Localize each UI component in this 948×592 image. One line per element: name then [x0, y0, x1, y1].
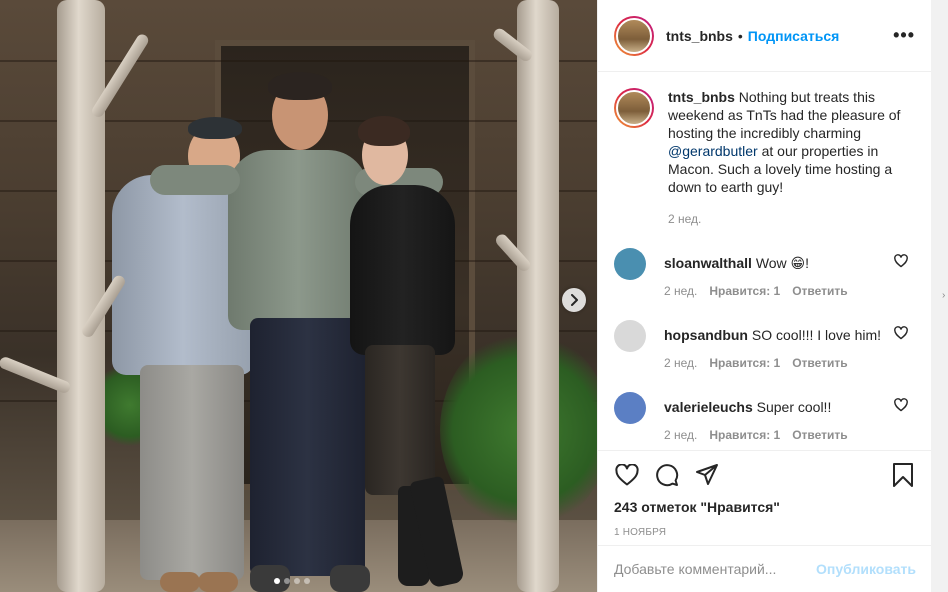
author-avatar[interactable]: [614, 15, 654, 56]
carousel-next-button[interactable]: [562, 288, 586, 312]
like-button[interactable]: [614, 462, 640, 488]
share-button[interactable]: [694, 462, 720, 488]
publish-button[interactable]: Опубликовать: [816, 561, 916, 577]
comment-likes[interactable]: Нравится: 1: [709, 282, 780, 300]
follow-button[interactable]: Подписаться: [748, 28, 840, 44]
carousel-dot: [294, 578, 300, 584]
comments-list: tnts_bnbs Nothing but treats this weeken…: [598, 72, 932, 450]
comment-text: Super cool!!: [756, 399, 832, 415]
comment-time[interactable]: 2 нед.: [664, 426, 697, 444]
reply-button[interactable]: Ответить: [792, 426, 847, 444]
comment-time[interactable]: 2 нед.: [664, 282, 697, 300]
commenter-avatar[interactable]: [614, 392, 646, 424]
caption-time[interactable]: 2 нед.: [668, 210, 916, 228]
caption-mention[interactable]: @gerardbutler: [668, 143, 758, 159]
carousel-indicator: [274, 578, 310, 584]
comment-button[interactable]: [654, 462, 680, 488]
tree-trunk-right: [517, 0, 559, 592]
likes-count[interactable]: 243 отметок "Нравится": [614, 499, 916, 515]
commenter-username[interactable]: hopsandbun: [664, 327, 748, 343]
caption-avatar[interactable]: [614, 88, 654, 128]
heart-icon[interactable]: [894, 326, 908, 340]
chevron-right-icon: [571, 294, 578, 306]
post-date[interactable]: 1 ноября: [614, 527, 916, 538]
instagram-post-modal: tnts_bnbs • Подписаться ••• tnts_bnbs No…: [0, 0, 948, 592]
action-bar: 243 отметок "Нравится" 1 ноября: [598, 450, 932, 538]
comment-icon: [656, 464, 679, 487]
more-icon[interactable]: •••: [893, 25, 915, 46]
comment-row: sloanwalthall Wow 😁! 2 нед. Нравится: 1 …: [614, 248, 916, 300]
commenter-avatar[interactable]: [614, 320, 646, 352]
bookmark-icon: [893, 463, 913, 487]
author-username[interactable]: tnts_bnbs: [666, 28, 733, 44]
commenter-username[interactable]: sloanwalthall: [664, 255, 752, 271]
comment-row: valerieleuchs Super cool!! 2 нед. Нравит…: [614, 392, 916, 444]
post-header: tnts_bnbs • Подписаться •••: [598, 0, 931, 72]
heart-icon[interactable]: [894, 398, 908, 412]
comment-row: hopsandbun SO cool!!! I love him! 2 нед.…: [614, 320, 916, 372]
comment-likes[interactable]: Нравится: 1: [709, 354, 780, 372]
carousel-dot: [284, 578, 290, 584]
carousel-dot: [304, 578, 310, 584]
comment-time[interactable]: 2 нед.: [664, 354, 697, 372]
comment-input[interactable]: [614, 561, 817, 577]
separator-dot: •: [737, 27, 743, 44]
commenter-username[interactable]: valerieleuchs: [664, 399, 753, 415]
scroll-arrow-icon[interactable]: ›: [942, 290, 945, 301]
share-icon: [696, 464, 718, 485]
caption-username[interactable]: tnts_bnbs: [668, 89, 735, 105]
tree-trunk-left: [57, 0, 105, 592]
add-comment-bar: Опубликовать: [598, 545, 932, 592]
reply-button[interactable]: Ответить: [792, 354, 847, 372]
heart-icon[interactable]: [894, 254, 908, 268]
commenter-avatar[interactable]: [614, 248, 646, 280]
comment-text: Wow 😁!: [755, 255, 810, 271]
post-caption: tnts_bnbs Nothing but treats this weeken…: [614, 88, 916, 228]
comment-text: SO cool!!! I love him!: [751, 327, 882, 343]
carousel-dot: [274, 578, 280, 584]
save-button[interactable]: [890, 462, 916, 488]
comment-likes[interactable]: Нравится: 1: [709, 426, 780, 444]
post-photo[interactable]: [0, 0, 597, 592]
page-scrollbar[interactable]: [931, 0, 948, 592]
reply-button[interactable]: Ответить: [792, 282, 847, 300]
post-side-panel: tnts_bnbs • Подписаться ••• tnts_bnbs No…: [597, 0, 932, 592]
heart-icon: [615, 464, 639, 486]
